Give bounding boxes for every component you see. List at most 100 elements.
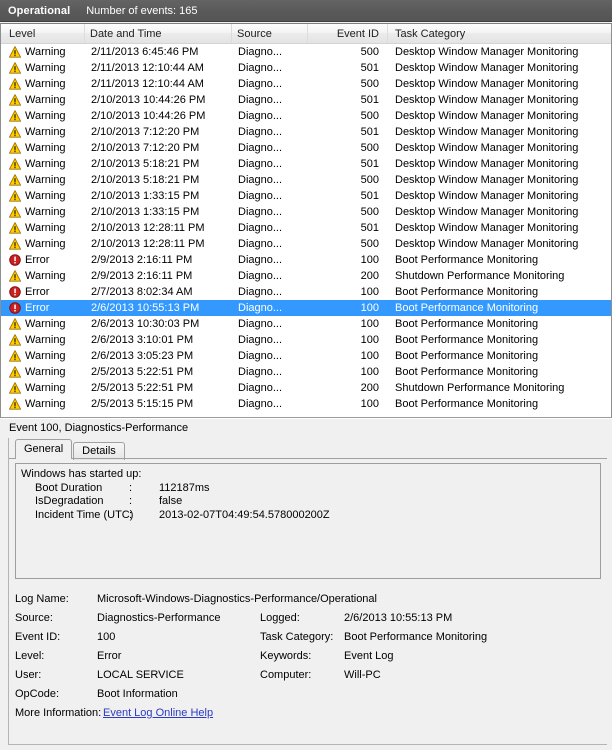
- cell-event-id: 100: [360, 334, 379, 346]
- warning-icon: [9, 174, 21, 186]
- event-list[interactable]: Level Date and Time Source Event ID Task…: [0, 23, 612, 418]
- table-row[interactable]: Error 2/7/2013 8:02:34 AM Diagno... 100 Boot…: [1, 284, 611, 300]
- warning-icon: [9, 62, 21, 74]
- cell-source: Diagno...: [238, 222, 283, 234]
- cell-source: Diagno...: [238, 286, 283, 298]
- cell-level: Warning: [1, 206, 85, 218]
- column-header-task-category[interactable]: Task Category: [388, 24, 611, 43]
- column-header-source[interactable]: Source: [232, 24, 308, 43]
- cell-event-id: 500: [360, 46, 379, 58]
- table-row[interactable]: Warning 2/10/2013 5:18:21 PM Diagno... 500 D…: [1, 172, 611, 188]
- warning-icon: [9, 110, 21, 122]
- cell-date-and-time: 2/6/2013 3:05:23 PM: [91, 350, 194, 362]
- cell-event-id: 501: [360, 158, 379, 170]
- cell-source: Diagno...: [238, 254, 283, 266]
- message-entry-value: 112187ms: [159, 481, 210, 494]
- warning-icon: [9, 270, 21, 282]
- table-row[interactable]: Warning 2/5/2013 5:22:51 PM Diagno... 100 Bo…: [1, 364, 611, 380]
- event-message-box[interactable]: Windows has started up: Boot Duration: 11…: [15, 463, 601, 579]
- table-row[interactable]: Warning 2/5/2013 5:22:51 PM Diagno... 200 Sh…: [1, 380, 611, 396]
- message-entry: Boot Duration: 112187ms: [21, 482, 595, 496]
- event-id-field-label: Event ID:: [15, 630, 61, 643]
- cell-task-category: Boot Performance Monitoring: [395, 366, 539, 378]
- cell-task-category: Desktop Window Manager Monitoring: [395, 222, 579, 234]
- cell-task-category: Boot Performance Monitoring: [395, 334, 539, 346]
- error-icon: [9, 302, 21, 314]
- table-row[interactable]: Warning 2/10/2013 12:28:11 PM Diagno... 501…: [1, 220, 611, 236]
- table-row[interactable]: Warning 2/5/2013 5:15:15 PM Diagno... 100 Bo…: [1, 396, 611, 412]
- cell-date-and-time: 2/10/2013 7:12:20 PM: [91, 142, 200, 154]
- message-entry-separator: :: [129, 481, 133, 494]
- cell-task-category: Boot Performance Monitoring: [395, 350, 539, 362]
- cell-event-id: 501: [360, 94, 379, 106]
- table-row[interactable]: Warning 2/9/2013 2:16:11 PM Diagno... 200 Sh…: [1, 268, 611, 284]
- cell-date-and-time: 2/10/2013 1:33:15 PM: [91, 206, 200, 218]
- message-entry-value: 2013-02-07T04:49:54.578000200Z: [159, 508, 330, 521]
- tab-general[interactable]: General: [15, 439, 73, 459]
- table-row[interactable]: Warning 2/10/2013 10:44:26 PM Diagno... 501…: [1, 92, 611, 108]
- tabstrip-underline: [9, 458, 607, 459]
- warning-icon: [9, 94, 21, 106]
- cell-event-id: 100: [360, 318, 379, 330]
- warning-icon: [9, 350, 21, 362]
- cell-event-id: 501: [360, 222, 379, 234]
- cell-task-category: Boot Performance Monitoring: [395, 254, 539, 266]
- table-row[interactable]: Error 2/6/2013 10:55:13 PM Diagno... 100 Boo…: [1, 300, 611, 316]
- table-row[interactable]: Warning 2/10/2013 7:12:20 PM Diagno... 500 D…: [1, 140, 611, 156]
- cell-level-text: Warning: [25, 46, 66, 58]
- cell-event-id: 200: [360, 382, 379, 394]
- event-log-online-help-link[interactable]: Event Log Online Help: [103, 707, 213, 719]
- table-row[interactable]: Warning 2/10/2013 1:33:15 PM Diagno... 501 D…: [1, 188, 611, 204]
- warning-icon: [9, 222, 21, 234]
- table-row[interactable]: Warning 2/10/2013 12:28:11 PM Diagno... 500…: [1, 236, 611, 252]
- cell-task-category: Boot Performance Monitoring: [395, 286, 539, 298]
- cell-source: Diagno...: [238, 366, 283, 378]
- table-row[interactable]: Warning 2/10/2013 10:44:26 PM Diagno... 500…: [1, 108, 611, 124]
- meta-row-more-information: More Information: Event Log Online Help: [15, 703, 601, 722]
- keywords-field-value: Event Log: [344, 649, 394, 662]
- level-field-value: Error: [97, 649, 122, 662]
- keywords-field-label: Keywords:: [260, 649, 312, 662]
- table-row[interactable]: Warning 2/11/2013 12:10:44 AM Diagno... 501…: [1, 60, 611, 76]
- task-category-field-label: Task Category:: [260, 630, 334, 643]
- cell-level-text: Warning: [25, 270, 66, 282]
- table-row[interactable]: Warning 2/10/2013 1:33:15 PM Diagno... 500 D…: [1, 204, 611, 220]
- cell-level: Warning: [1, 366, 85, 378]
- cell-level: Warning: [1, 270, 85, 282]
- user-field-label: User:: [15, 668, 42, 681]
- cell-level-text: Warning: [25, 350, 66, 362]
- table-row[interactable]: Warning 2/10/2013 7:12:20 PM Diagno... 501 D…: [1, 124, 611, 140]
- cell-level: Warning: [1, 142, 85, 154]
- cell-source: Diagno...: [238, 270, 283, 282]
- cell-event-id: 100: [360, 350, 379, 362]
- table-row[interactable]: Warning 2/6/2013 10:30:03 PM Diagno... 100 B…: [1, 316, 611, 332]
- cell-event-id: 100: [360, 286, 379, 298]
- column-header-date-and-time[interactable]: Date and Time: [85, 24, 232, 43]
- message-entry: Incident Time (UTC): 2013-02-07T04:49:54.…: [21, 509, 595, 523]
- detail-tabstrip: General Details: [9, 438, 607, 460]
- cell-source: Diagno...: [238, 174, 283, 186]
- event-detail-title: Event 100, Diagnostics-Performance: [0, 419, 612, 438]
- cell-level: Error: [1, 254, 85, 266]
- table-row[interactable]: Warning 2/6/2013 3:05:23 PM Diagno... 100 Bo…: [1, 348, 611, 364]
- table-row[interactable]: Warning 2/11/2013 12:10:44 AM Diagno... 500…: [1, 76, 611, 92]
- computer-field-value: Will-PC: [344, 668, 381, 681]
- message-entry-separator: :: [129, 508, 133, 521]
- table-row[interactable]: Warning 2/6/2013 3:10:01 PM Diagno... 100 Bo…: [1, 332, 611, 348]
- cell-source: Diagno...: [238, 382, 283, 394]
- message-entry-key: IsDegradation: [35, 495, 104, 507]
- event-detail-body: General Details Windows has started up: …: [8, 438, 607, 745]
- table-row[interactable]: Warning 2/10/2013 5:18:21 PM Diagno... 501 D…: [1, 156, 611, 172]
- log-name-field-value: Microsoft-Windows-Diagnostics-Performanc…: [97, 592, 377, 605]
- cell-task-category: Boot Performance Monitoring: [395, 302, 539, 314]
- cell-level-text: Warning: [25, 222, 66, 234]
- cell-level: Warning: [1, 78, 85, 90]
- warning-icon: [9, 318, 21, 330]
- table-row[interactable]: Warning 2/11/2013 6:45:46 PM Diagno... 500 D…: [1, 44, 611, 60]
- cell-source: Diagno...: [238, 94, 283, 106]
- cell-level-text: Warning: [25, 110, 66, 122]
- column-header-event-id[interactable]: Event ID: [308, 24, 388, 43]
- column-header-level[interactable]: Level: [1, 24, 85, 43]
- table-row[interactable]: Error 2/9/2013 2:16:11 PM Diagno... 100 Boot…: [1, 252, 611, 268]
- log-header-bar: Operational Number of events: 165: [0, 0, 612, 22]
